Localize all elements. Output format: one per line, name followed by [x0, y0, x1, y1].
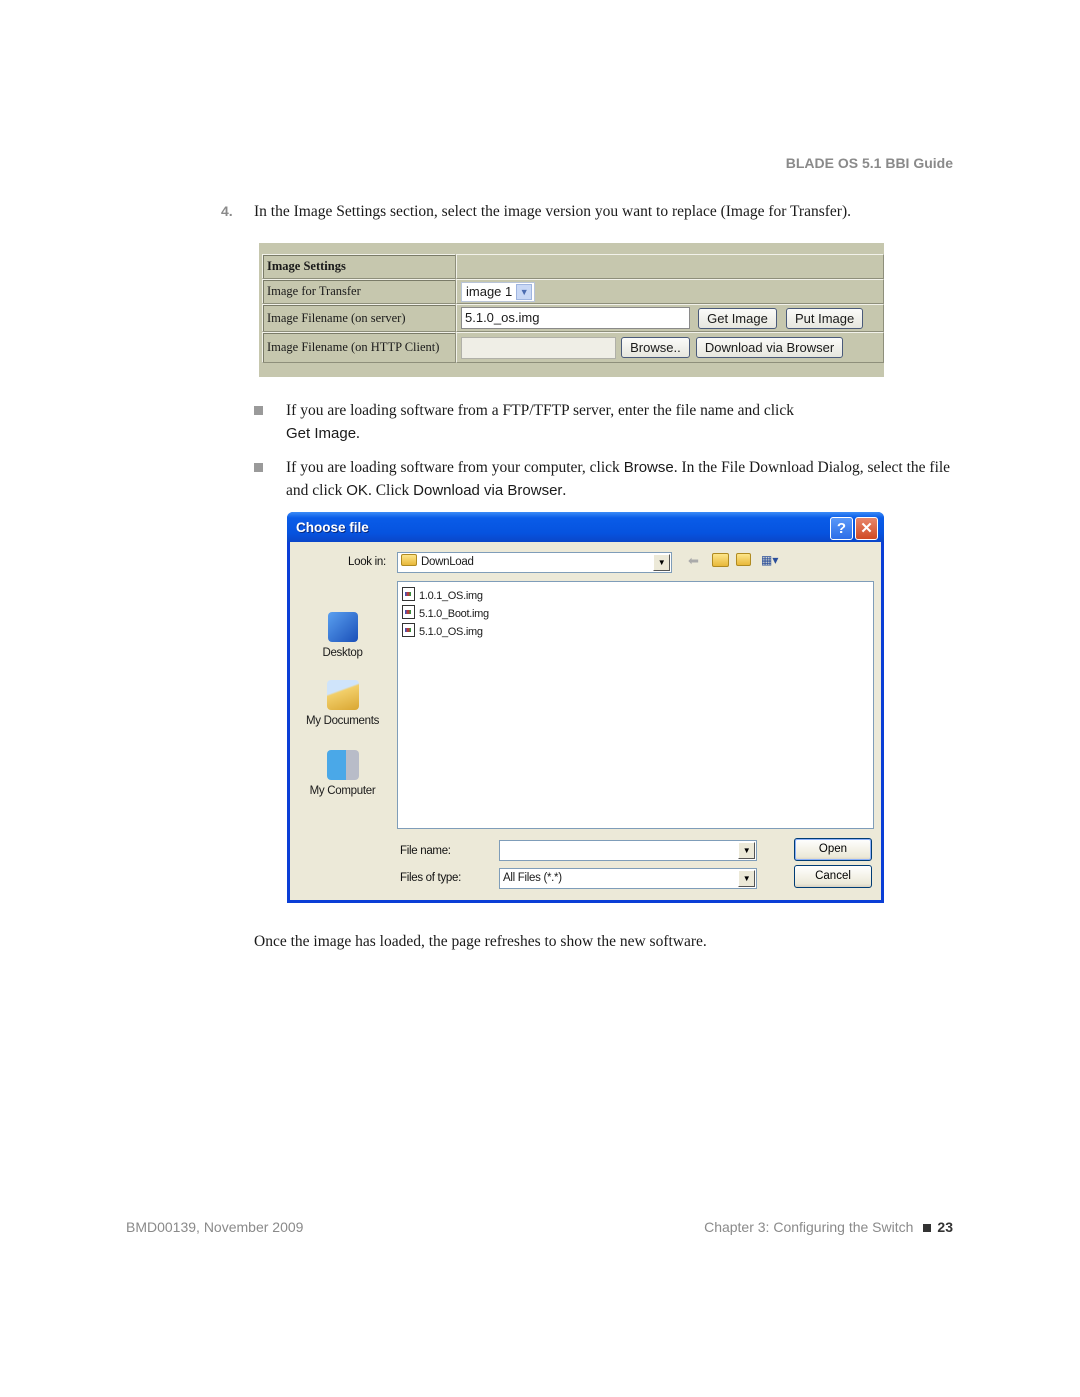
download-via-browser-button[interactable]: Download via Browser — [695, 337, 844, 358]
server-filename-input[interactable]: 5.1.0_os.img — [461, 307, 690, 329]
guide-title: BLADE OS 5.1 BBI Guide — [785, 155, 953, 171]
browse-button[interactable]: Browse.. — [621, 337, 690, 358]
file-name: 5.1.0_OS.img — [419, 626, 483, 638]
http-client-filename-label: Image Filename (on HTTP Client) — [262, 332, 456, 363]
page-number: 23 — [937, 1219, 953, 1235]
footer-chapter-text: Chapter 3: Configuring the Switch — [704, 1219, 914, 1235]
back-icon[interactable]: ⬅ — [688, 554, 699, 569]
look-in-value: DownLoad — [421, 556, 474, 568]
file-list[interactable]: 1.0.1_OS.img 5.1.0_Boot.img 5.1.0_OS.img — [397, 581, 874, 829]
get-image-button[interactable]: Get Image — [698, 307, 777, 329]
ui-term-browse: Browse — [623, 459, 674, 476]
new-folder-icon[interactable] — [736, 553, 755, 569]
server-filename-label: Image Filename (on server) — [262, 304, 456, 332]
image-for-transfer-label: Image for Transfer — [262, 279, 456, 304]
bullet-text: If you are loading software from a FTP/T… — [286, 402, 794, 419]
bullet-text-c: . Click — [367, 482, 410, 499]
place-label: My Documents — [305, 715, 380, 727]
footer-chapter: Chapter 3: Configuring the Switch 23 — [560, 1219, 953, 1235]
my-documents-icon — [326, 680, 359, 710]
image-file-icon — [402, 587, 415, 601]
my-computer-icon — [326, 750, 359, 780]
image-file-icon — [402, 605, 415, 619]
close-icon[interactable]: ✕ — [855, 517, 878, 540]
image-file-icon — [402, 623, 415, 637]
ui-term-get-image: Get Image — [286, 425, 357, 442]
file-name: 1.0.1_OS.img — [419, 590, 483, 602]
image-for-transfer-select[interactable]: image 1 ▼ — [461, 281, 536, 302]
files-of-type-select[interactable]: All Files (*.*) ▼ — [499, 868, 757, 889]
dialog-titlebar[interactable]: Choose file ? ✕ — [287, 512, 884, 542]
help-icon[interactable]: ? — [830, 517, 853, 540]
files-of-type-value: All Files (*.*) — [503, 872, 562, 884]
bullet-square-icon — [254, 406, 263, 415]
bullet-tail: . — [356, 425, 360, 442]
file-item[interactable]: 1.0.1_OS.img — [402, 587, 483, 603]
chevron-down-icon[interactable]: ▼ — [738, 870, 755, 887]
open-button[interactable]: Open — [794, 838, 872, 861]
cancel-button[interactable]: Cancel — [794, 865, 872, 888]
heading-spacer — [456, 254, 884, 279]
bullet-square-icon — [254, 463, 263, 472]
put-image-button[interactable]: Put Image — [785, 307, 864, 329]
place-desktop[interactable]: Desktop — [290, 612, 395, 659]
server-filename-cell: 5.1.0_os.img Get Image Put Image — [456, 304, 884, 332]
folder-icon — [401, 554, 417, 566]
image-settings-heading: Image Settings — [262, 254, 456, 279]
ui-term-download-via-browser: Download via Browser — [413, 482, 563, 499]
step-number: 4. — [221, 203, 233, 219]
look-in-combo[interactable]: DownLoad ▼ — [397, 552, 672, 573]
up-folder-icon[interactable] — [712, 553, 733, 570]
chevron-down-icon[interactable]: ▼ — [516, 283, 533, 300]
dialog-client: Look in: DownLoad ▼ ⬅ ▦▾ Desktop My Docu… — [290, 542, 881, 900]
file-name-label: File name: — [400, 845, 451, 857]
image-select-value: image 1 — [466, 283, 513, 299]
file-name-input[interactable]: ▼ — [499, 840, 757, 861]
image-settings-panel: Image Settings Image for Transfer image … — [259, 243, 884, 377]
step-text: In the Image Settings section, select th… — [254, 203, 851, 220]
view-menu-icon[interactable]: ▦▾ — [761, 553, 778, 567]
places-bar: Desktop My Documents My Computer — [290, 580, 395, 860]
bullet-text-a: If you are loading software from your co… — [286, 459, 620, 476]
footer-square-icon — [923, 1223, 932, 1232]
look-in-label: Look in: — [348, 556, 386, 568]
image-for-transfer-cell: image 1 ▼ — [456, 279, 884, 304]
chevron-down-icon[interactable]: ▼ — [653, 554, 670, 571]
ui-term-ok: OK — [346, 482, 368, 499]
image-settings-table: Image Settings Image for Transfer image … — [262, 254, 884, 363]
http-client-filename-input[interactable] — [461, 336, 616, 359]
footer-doc-id: BMD00139, November 2009 — [126, 1219, 304, 1235]
bullet-tail: . — [562, 482, 567, 499]
choose-file-dialog: Choose file ? ✕ Look in: DownLoad ▼ ⬅ ▦▾… — [287, 512, 884, 903]
file-item[interactable]: 5.1.0_OS.img — [402, 623, 483, 639]
dialog-title: Choose file — [296, 520, 369, 535]
place-my-computer[interactable]: My Computer — [290, 750, 395, 797]
closing-paragraph: Once the image has loaded, the page refr… — [254, 933, 707, 950]
desktop-icon — [327, 612, 358, 642]
file-name: 5.1.0_Boot.img — [419, 608, 489, 620]
place-label: My Computer — [309, 785, 376, 797]
chevron-down-icon[interactable]: ▼ — [738, 842, 755, 859]
place-my-documents[interactable]: My Documents — [290, 680, 395, 727]
file-item[interactable]: 5.1.0_Boot.img — [402, 605, 489, 621]
files-of-type-label: Files of type: — [400, 872, 461, 884]
http-client-filename-cell: Browse.. Download via Browser — [456, 332, 884, 363]
place-label: Desktop — [322, 647, 363, 659]
